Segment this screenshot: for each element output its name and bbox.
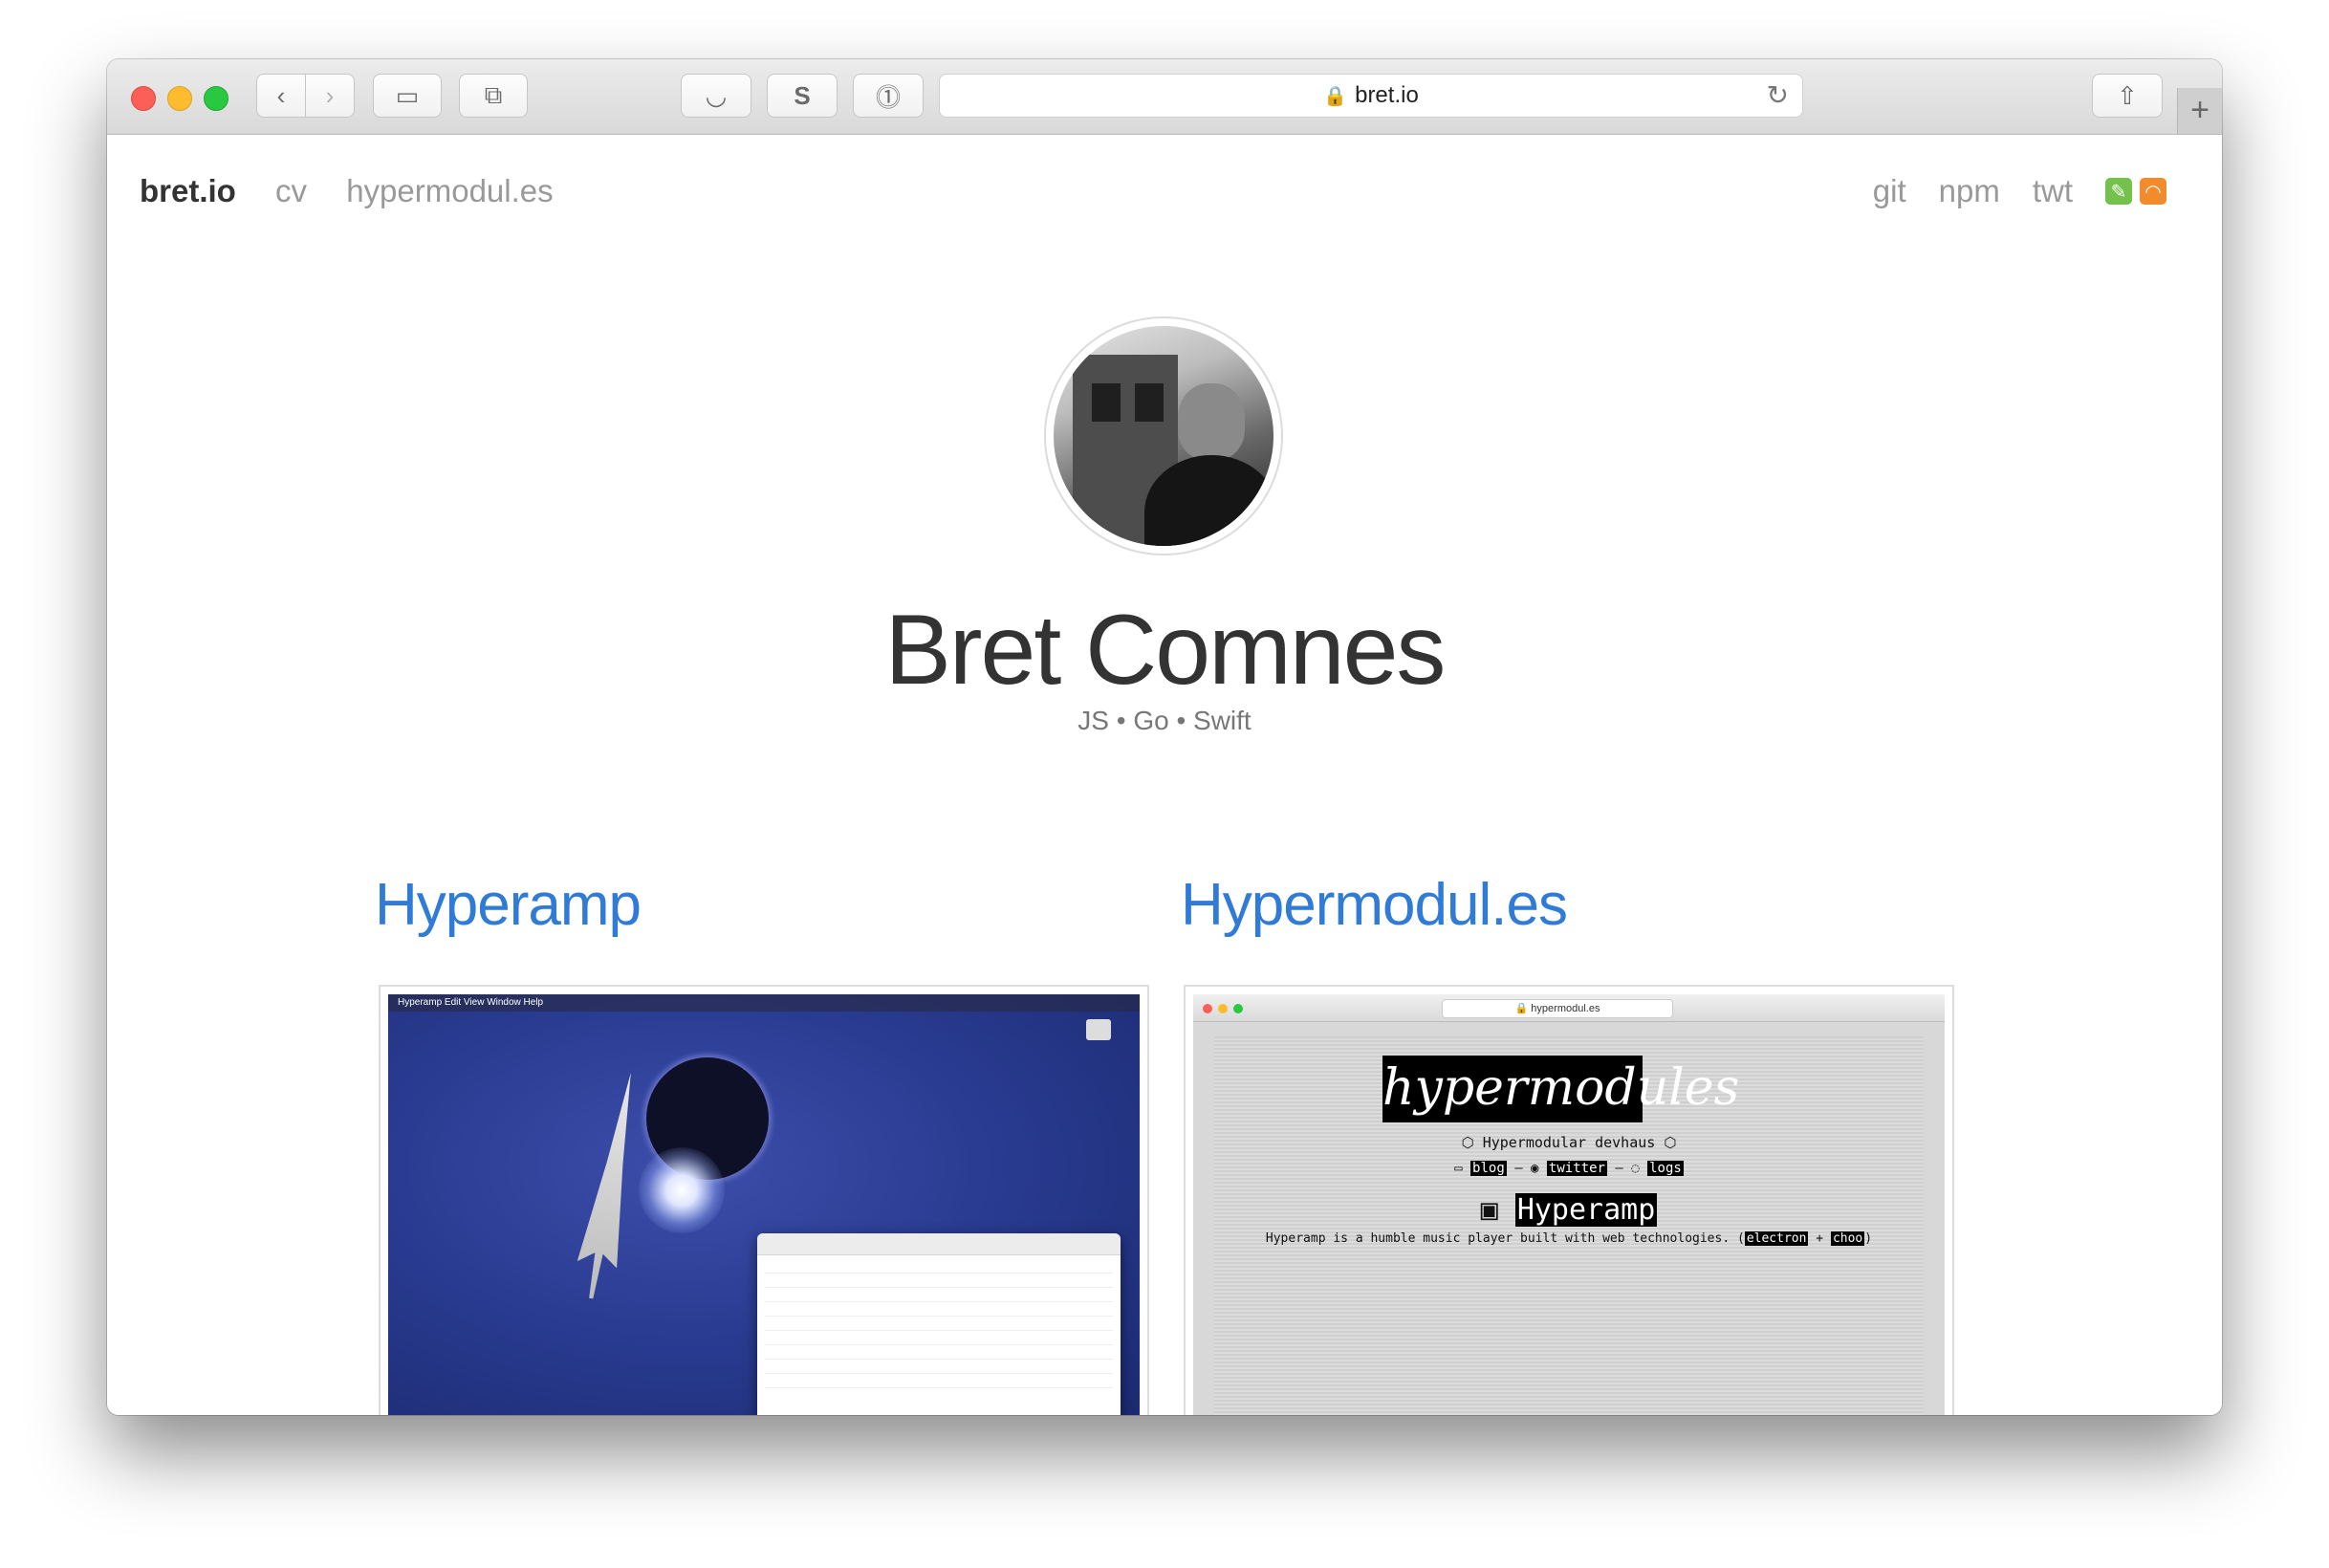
password-icon: ⓵ <box>875 82 901 112</box>
new-tab-button[interactable]: + <box>2177 88 2222 134</box>
sidebar-icon: ▭ <box>395 80 420 110</box>
hypermodules-logo: hypermodules <box>1382 1056 1739 1122</box>
site-nav-right: git npm twt ✎ ◠ <box>1840 173 2166 209</box>
browser-toolbar: ‹ › ▭ ⧉ ◡ S ⓵ 🔒 bret.io ↻ ⇧ + <box>107 59 2222 135</box>
s-extension-icon: S <box>794 80 811 110</box>
screenshot-heading: ▣ Hyperamp <box>1480 1193 1658 1227</box>
forward-button[interactable]: › <box>305 74 355 118</box>
s-extension-button[interactable]: S <box>767 74 838 118</box>
address-bar[interactable]: 🔒 bret.io ↻ <box>939 74 1803 118</box>
lock-icon: 🔒 <box>1323 86 1348 107</box>
hyperamp-screenshot: Hyperamp Edit View Window Help <box>388 994 1140 1415</box>
project-card-hypermodules[interactable]: 🔒 hypermodul.es hypermodules ⬡ Hypermodu… <box>1184 985 1954 1415</box>
back-button[interactable]: ‹ <box>256 74 306 118</box>
url-text: bret.io <box>1355 82 1419 108</box>
forward-icon: › <box>325 80 335 110</box>
zoom-window-button[interactable] <box>204 86 229 111</box>
browser-window: ‹ › ▭ ⧉ ◡ S ⓵ 🔒 bret.io ↻ ⇧ + bret.io cv … <box>107 59 2222 1415</box>
site-nav-left: bret.io cv hypermodul.es <box>140 173 584 209</box>
reload-icon[interactable]: ↻ <box>1767 75 1789 117</box>
music-player-window <box>757 1233 1121 1415</box>
nav-link-hypermodules[interactable]: hypermodul.es <box>346 173 553 208</box>
nav-link-cv[interactable]: cv <box>275 173 307 208</box>
tabs-icon: ⧉ <box>484 80 503 109</box>
nav-link-twt[interactable]: twt <box>2033 173 2073 209</box>
shield-icon: ◡ <box>705 80 728 110</box>
close-window-button[interactable] <box>131 86 156 111</box>
page-content: bret.io cv hypermodul.es git npm twt ✎ ◠… <box>107 135 2222 1415</box>
profile-name: Bret Comnes <box>884 595 1447 706</box>
sidebar-button[interactable]: ▭ <box>373 74 442 118</box>
privacy-extension-button[interactable]: ◡ <box>681 74 751 118</box>
minimize-window-button[interactable] <box>167 86 192 111</box>
project-card-hyperamp[interactable]: Hyperamp Edit View Window Help <box>379 985 1149 1415</box>
nav-link-git[interactable]: git <box>1873 173 1906 209</box>
disk-icon <box>1086 1019 1111 1040</box>
tabs-overview-button[interactable]: ⧉ <box>459 74 528 118</box>
rss-icon[interactable]: ◠ <box>2140 178 2166 205</box>
share-button[interactable]: ⇧ <box>2092 74 2163 118</box>
screenshot-description: Hyperamp is a humble music player built … <box>1265 1231 1873 1246</box>
new-tab-icon: + <box>2190 92 2209 128</box>
site-brand-link[interactable]: bret.io <box>140 173 236 208</box>
screenshot-url: 🔒 hypermodul.es <box>1442 999 1673 1018</box>
screenshot-subtitle: ⬡ Hypermodular devhaus ⬡ <box>1461 1134 1677 1151</box>
avatar <box>1044 316 1283 555</box>
share-icon: ⇧ <box>2117 80 2138 110</box>
hypermodules-screenshot: 🔒 hypermodul.es hypermodules ⬡ Hypermodu… <box>1193 994 1945 1415</box>
password-manager-button[interactable]: ⓵ <box>853 74 924 118</box>
project-title-hyperamp[interactable]: Hyperamp <box>375 871 642 939</box>
screenshot-menubar: Hyperamp Edit View Window Help <box>388 994 1140 1012</box>
back-icon: ‹ <box>276 80 286 110</box>
project-title-hypermodules[interactable]: Hypermodul.es <box>1181 871 1568 939</box>
profile-tagline: JS • Go • Swift <box>1077 706 1252 735</box>
keybase-icon[interactable]: ✎ <box>2105 178 2132 205</box>
screenshot-links: ▭ blog – ◉ twitter – ◌ logs <box>1454 1161 1684 1176</box>
nav-link-npm[interactable]: npm <box>1939 173 2000 209</box>
